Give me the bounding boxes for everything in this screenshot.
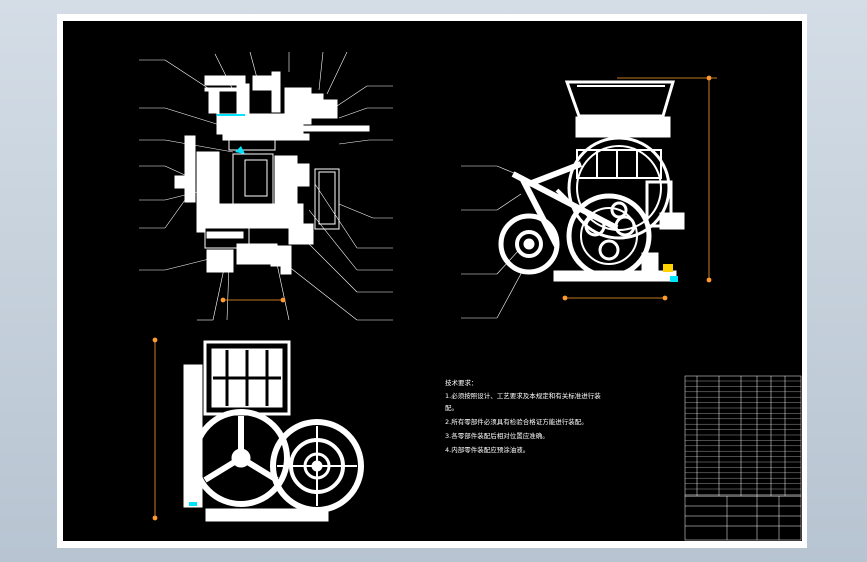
tech-req-item-3: 3.各零部件装配后相对位置应准确。: [445, 431, 549, 440]
drawing-sheet: 技术要求： 1.必须按照设计、工艺要求及本规定和有关标准进行装 配。 2.所有零…: [57, 14, 807, 548]
tech-req-item-1: 1.必须按照设计、工艺要求及本规定和有关标准进行装: [445, 391, 601, 400]
tech-req-heading: 技术要求：: [445, 378, 478, 387]
highlight-bar: [217, 114, 245, 116]
part-marker-small: [670, 276, 678, 282]
top-view-marker: [189, 502, 197, 506]
tech-req-item-2: 2.所有零部件必须具有检验合格证方能进行装配。: [445, 417, 588, 426]
part-marker: [663, 264, 673, 272]
drawing-frame: [63, 21, 802, 541]
cad-drawing: 技术要求： 1.必须按照设计、工艺要求及本规定和有关标准进行装 配。 2.所有零…: [63, 21, 802, 541]
tech-req-item-1-cont: 配。: [445, 404, 458, 412]
tech-req-item-4: 4.内部零件装配应预涂油液。: [445, 445, 529, 454]
